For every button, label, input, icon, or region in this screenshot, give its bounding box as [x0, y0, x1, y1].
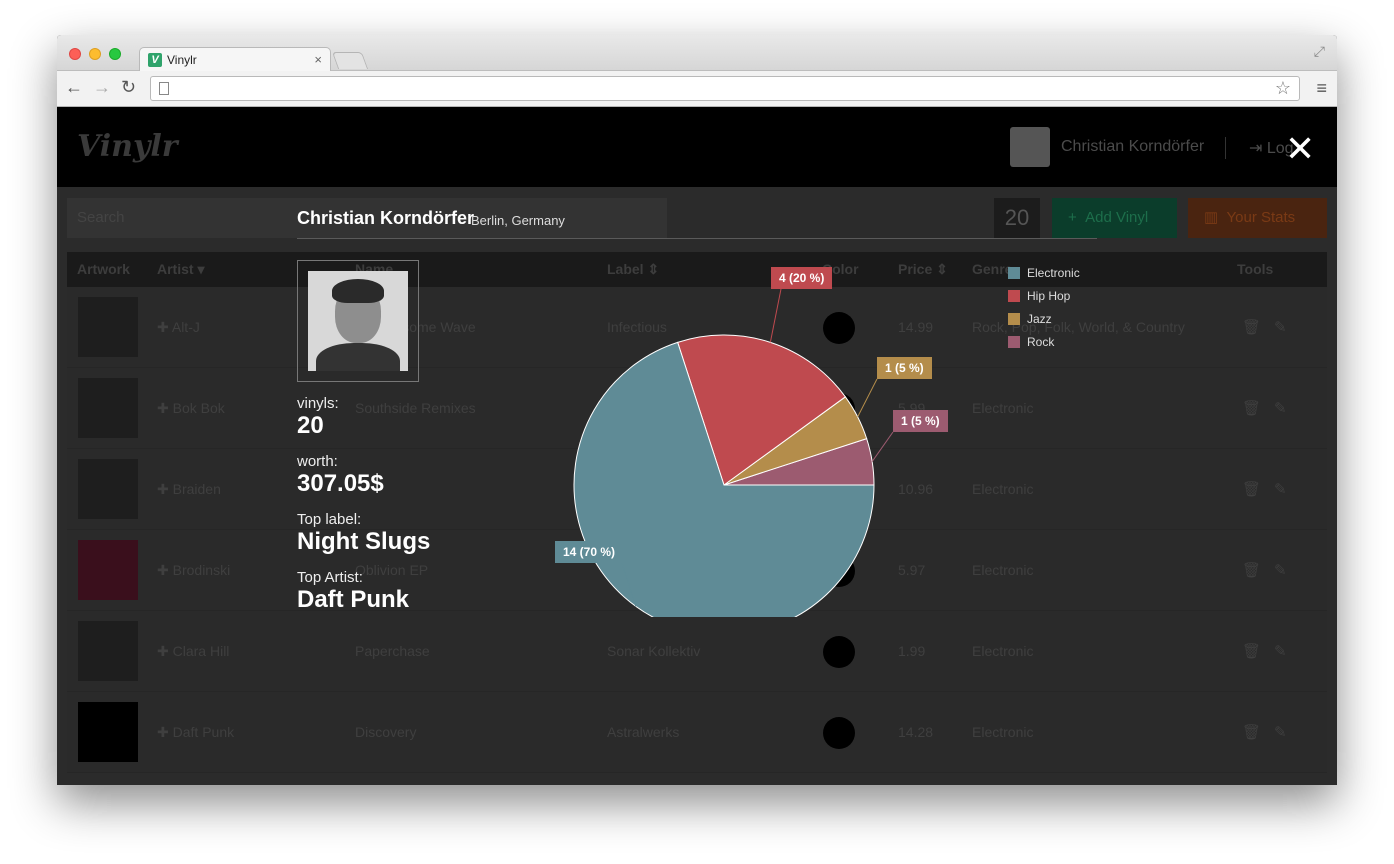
browser-tab[interactable]: V Vinylr ×: [139, 47, 331, 72]
legend-swatch: [1008, 267, 1020, 279]
stats-modal: ✕ Christian Korndörfer Berlin, Germany v…: [57, 107, 1337, 785]
tab-close-icon[interactable]: ×: [314, 52, 322, 67]
pie-data-label: 1 (5 %): [893, 410, 948, 432]
legend-label: Rock: [1027, 335, 1055, 349]
tab-title: Vinylr: [167, 53, 197, 67]
legend-swatch: [1008, 290, 1020, 302]
pie-data-label: 14 (70 %): [555, 541, 624, 563]
pie-data-label: 1 (5 %): [877, 357, 932, 379]
pie-data-label: 4 (20 %): [771, 267, 833, 289]
navigation-bar: ← → ↻ ☆ ≡: [57, 71, 1337, 107]
avatar: [308, 271, 408, 371]
top-artist-value: Daft Punk: [297, 586, 410, 613]
profile-location: Berlin, Germany: [471, 213, 565, 228]
legend-item: Rock: [1008, 336, 1080, 359]
genre-pie-chart: [573, 288, 894, 617]
browser-menu-icon[interactable]: ≡: [1316, 78, 1327, 99]
top-artist-label: Top Artist:: [297, 569, 363, 586]
profile-header: Christian Korndörfer Berlin, Germany: [297, 206, 1097, 239]
address-bar[interactable]: ☆: [150, 76, 1300, 101]
zoom-window-button[interactable]: [109, 48, 121, 60]
worth-value: 307.05$: [297, 470, 384, 497]
profile-name: Christian Korndörfer: [297, 208, 475, 228]
legend-item: Electronic: [1008, 267, 1080, 290]
legend-label: Hip Hop: [1027, 289, 1071, 303]
legend-item: Hip Hop: [1008, 290, 1080, 313]
legend-label: Jazz: [1027, 312, 1052, 326]
top-label-value: Night Slugs: [297, 528, 431, 555]
minimize-window-button[interactable]: [89, 48, 101, 60]
legend-swatch: [1008, 336, 1020, 348]
pie-label-leader-line: [871, 431, 894, 462]
forward-icon[interactable]: →: [93, 77, 111, 98]
reload-icon[interactable]: ↻: [121, 77, 136, 98]
close-modal-icon[interactable]: ✕: [1285, 131, 1315, 167]
chart-legend: Electronic Hip Hop Jazz Rock: [1008, 267, 1080, 359]
tab-bar: V Vinylr × ⤢: [57, 35, 1337, 72]
fullscreen-icon[interactable]: ⤢: [1314, 43, 1325, 60]
bookmark-star-icon[interactable]: ☆: [1275, 78, 1291, 99]
vinyls-value: 20: [297, 412, 324, 439]
pie-label-leader-line: [769, 288, 782, 343]
worth-label: worth:: [297, 453, 338, 470]
new-tab-button[interactable]: [331, 52, 369, 69]
legend-label: Electronic: [1027, 266, 1080, 280]
browser-window: V Vinylr × ⤢ ← → ↻ ☆ ≡ Vinylr Christian …: [57, 35, 1337, 785]
pie-label-leader-line: [857, 378, 878, 418]
legend-item: Jazz: [1008, 313, 1080, 336]
vinyls-label: vinyls:: [297, 395, 339, 412]
back-icon[interactable]: ←: [65, 77, 83, 98]
profile-photo: [297, 260, 419, 382]
page-icon: [159, 82, 169, 95]
top-label-label: Top label:: [297, 511, 362, 528]
close-window-button[interactable]: [69, 48, 81, 60]
vinylr-favicon-icon: V: [148, 53, 162, 67]
legend-swatch: [1008, 313, 1020, 325]
